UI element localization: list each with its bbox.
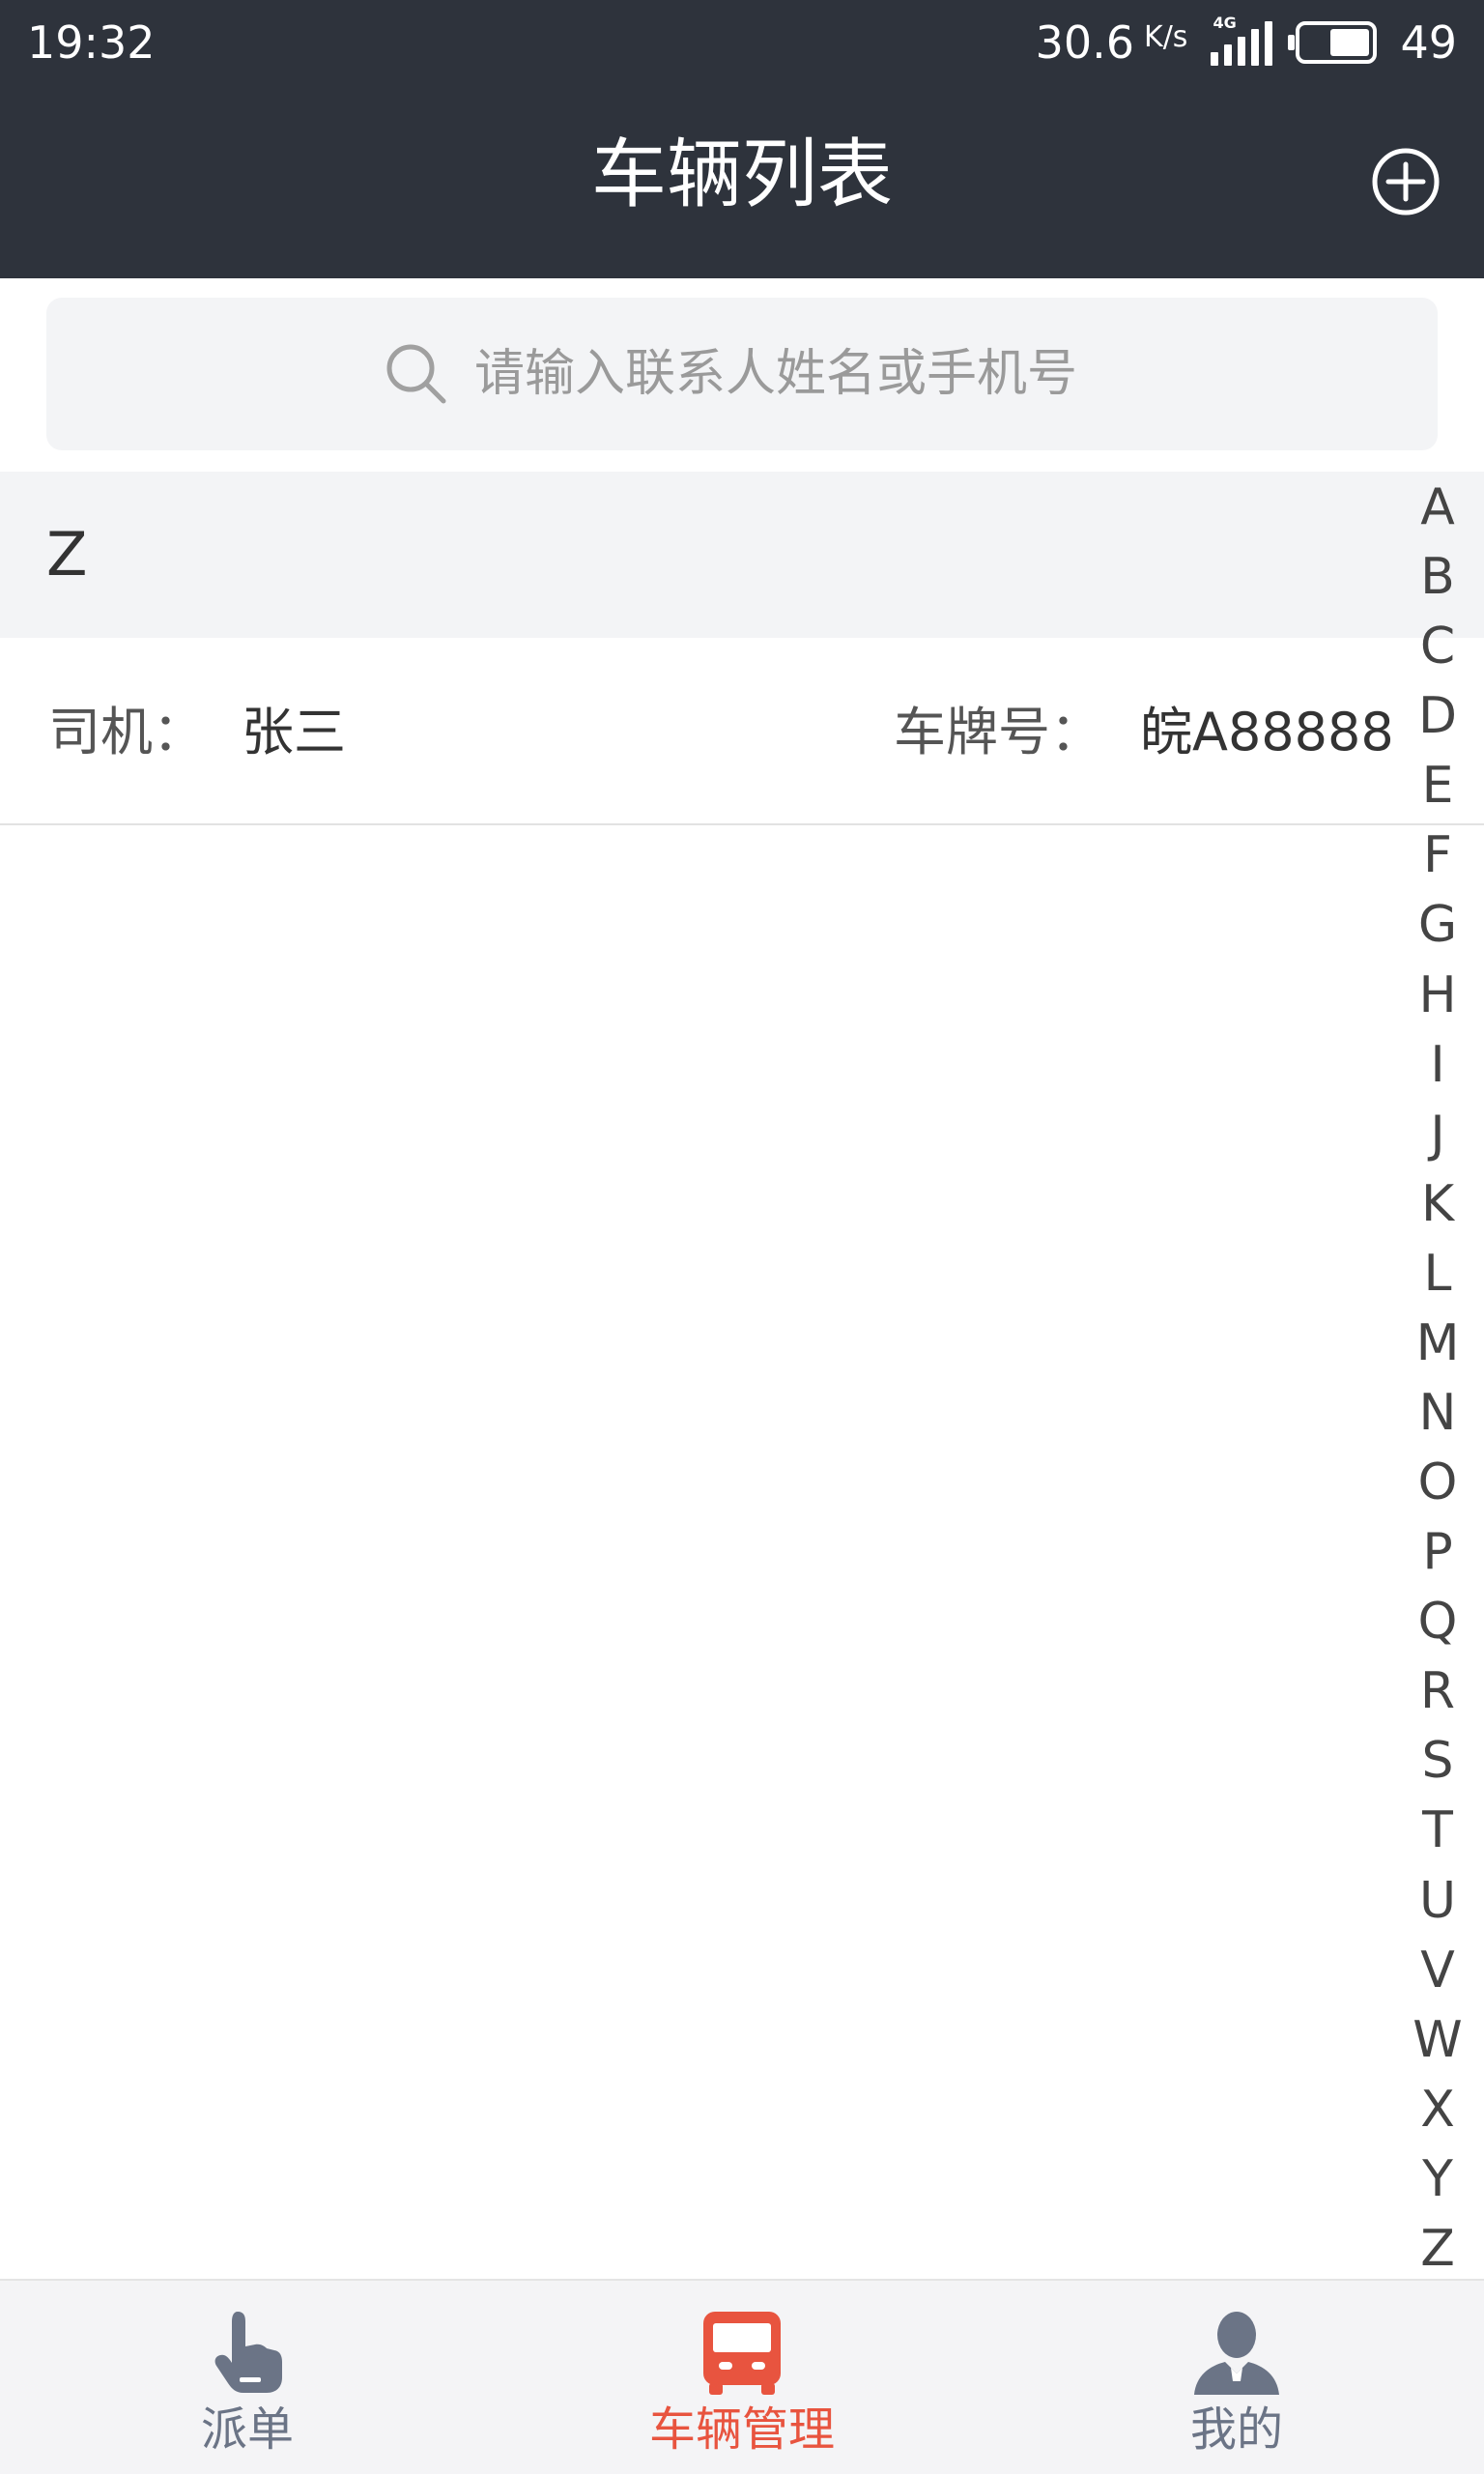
index-letter-l[interactable]: L [1424, 1244, 1452, 1304]
tab-dispatch[interactable]: 派单 [0, 2281, 495, 2474]
top-bar: 19:32 30.6 K/s 4G 49 车辆列表 [0, 0, 1484, 278]
index-letter-q[interactable]: Q [1418, 1592, 1458, 1652]
index-letter-o[interactable]: O [1418, 1453, 1458, 1512]
index-letter-r[interactable]: R [1420, 1661, 1455, 1721]
network-speed: 30.6 K/s [1036, 16, 1188, 69]
index-letter-u[interactable]: U [1419, 1871, 1456, 1931]
bus-icon [703, 2312, 781, 2395]
index-letter-f[interactable]: F [1423, 825, 1452, 885]
status-bar: 19:32 30.6 K/s 4G 49 [0, 0, 1484, 85]
index-letter-k[interactable]: K [1421, 1174, 1454, 1234]
bottom-tab-bar: 派单 车辆管理 我的 [0, 2279, 1484, 2474]
index-letter-e[interactable]: E [1422, 756, 1454, 816]
plate-number: 皖A88888 [1140, 702, 1394, 762]
index-letter-x[interactable]: X [1420, 2080, 1455, 2140]
tab-dispatch-label: 派单 [200, 2402, 294, 2457]
tab-vehicle-management-label: 车辆管理 [648, 2402, 835, 2457]
driver-label: 司机： [48, 702, 205, 762]
index-letter-v[interactable]: V [1420, 1941, 1455, 2000]
index-letter-m[interactable]: M [1416, 1313, 1460, 1373]
tab-mine[interactable]: 我的 [989, 2281, 1484, 2474]
index-letter-w[interactable]: W [1413, 2010, 1462, 2070]
status-time: 19:32 [27, 16, 156, 69]
index-letter-z[interactable]: Z [1420, 2219, 1455, 2279]
index-letter-b[interactable]: B [1420, 547, 1455, 607]
index-letter-h[interactable]: H [1418, 965, 1456, 1025]
battery-level: 49 [1400, 16, 1457, 69]
search-bar[interactable] [46, 298, 1438, 450]
section-letter: Z [46, 519, 88, 590]
alphabet-index-bar[interactable]: A B C D E F G H I J K L M N O P Q R S T … [1399, 477, 1476, 2279]
index-letter-j[interactable]: J [1430, 1105, 1444, 1165]
index-letter-t[interactable]: T [1422, 1800, 1453, 1860]
index-letter-a[interactable]: A [1420, 477, 1455, 537]
vehicle-row[interactable]: 司机： 张三 车牌号： 皖A88888 [0, 638, 1484, 825]
search-icon [386, 344, 446, 404]
status-indicators: 30.6 K/s 4G 49 [1036, 14, 1457, 72]
index-letter-g[interactable]: G [1418, 895, 1457, 955]
index-letter-n[interactable]: N [1419, 1383, 1457, 1443]
battery-icon [1288, 21, 1378, 64]
index-letter-s[interactable]: S [1421, 1731, 1453, 1791]
tab-mine-label: 我的 [1189, 2402, 1283, 2457]
index-letter-p[interactable]: P [1422, 1522, 1452, 1582]
driver-name: 张三 [242, 702, 346, 762]
plate-label: 车牌号： [894, 702, 1102, 762]
index-letter-d[interactable]: D [1418, 686, 1457, 746]
network-speed-unit: K/s [1144, 19, 1188, 54]
pointing-hand-icon [214, 2312, 282, 2393]
network-speed-value: 30.6 [1035, 16, 1135, 69]
add-vehicle-button[interactable] [1371, 147, 1441, 216]
page-title: 车辆列表 [590, 131, 893, 218]
index-letter-i[interactable]: I [1430, 1035, 1444, 1095]
index-letter-y[interactable]: Y [1422, 2149, 1453, 2209]
person-icon [1194, 2312, 1279, 2395]
plus-circle-icon [1372, 148, 1440, 216]
signal-icon: 4G [1211, 14, 1273, 66]
tab-vehicle-management[interactable]: 车辆管理 [495, 2281, 989, 2474]
index-letter-c[interactable]: C [1420, 617, 1455, 676]
network-type: 4G [1213, 14, 1237, 32]
section-header-z: Z [0, 472, 1484, 638]
search-input[interactable] [474, 345, 1102, 403]
